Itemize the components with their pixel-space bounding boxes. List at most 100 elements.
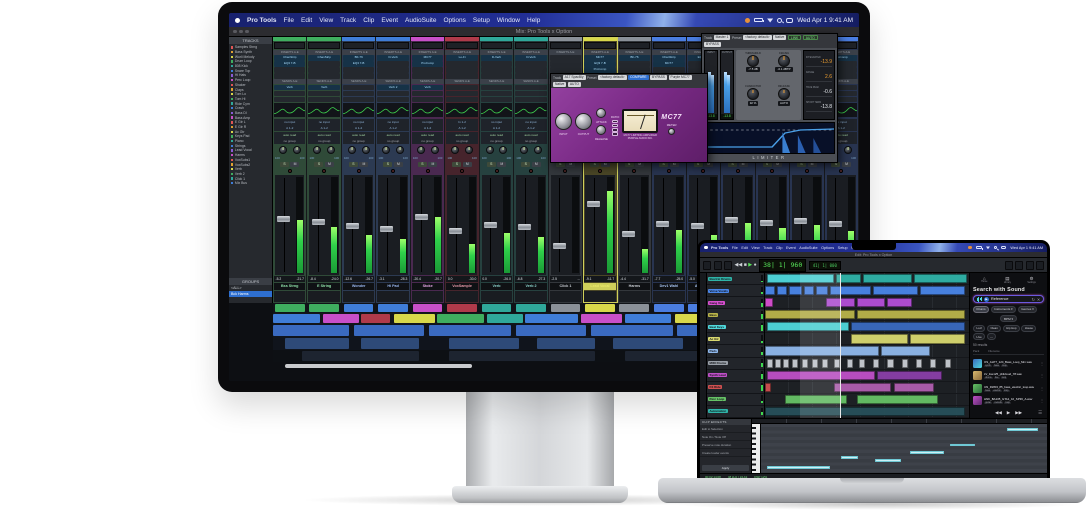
automation-mode[interactable]: auto read — [481, 132, 512, 138]
clear-icon[interactable]: ✕ — [1037, 297, 1040, 302]
knob[interactable] — [747, 88, 759, 100]
midi-note[interactable] — [875, 459, 901, 462]
piano-keyboard[interactable] — [752, 424, 761, 473]
pan-knob-left[interactable] — [313, 146, 321, 154]
clip-block[interactable] — [525, 314, 578, 323]
pan-knob-right[interactable] — [844, 146, 852, 154]
result-tag[interactable]: drums — [984, 377, 993, 379]
result-tag[interactable]: bass — [984, 390, 991, 392]
solo-button[interactable]: S — [349, 162, 358, 168]
pan-knob-left[interactable] — [486, 146, 494, 154]
plugin-preset-selector[interactable]: <factory default> — [598, 75, 627, 80]
insert-slot[interactable]: BF-76 — [619, 55, 650, 61]
track-header[interactable]: Beat Keys — [707, 321, 764, 333]
send-slot[interactable]: Verb — [412, 85, 443, 91]
track-name[interactable]: Ac Gtr — [708, 337, 720, 341]
track-nameplate[interactable]: Wonder — [343, 283, 374, 290]
solo-button[interactable]: S — [383, 162, 392, 168]
insert-slot[interactable]: EQ3 7-B — [584, 61, 615, 67]
record-enable[interactable] — [825, 168, 858, 174]
comments-box[interactable] — [377, 291, 408, 302]
transport-button[interactable]: ● — [754, 261, 757, 270]
control-center-icon[interactable] — [1001, 246, 1006, 250]
track-header[interactable]: Bass — [707, 309, 764, 321]
insert-slot[interactable]: D-Verb — [515, 55, 546, 61]
grid-mode-button[interactable] — [724, 261, 732, 270]
tag-chip[interactable]: House — [1021, 325, 1036, 332]
insert-slot[interactable] — [515, 73, 546, 79]
timeline-track-lane[interactable] — [765, 346, 969, 358]
attack-knob[interactable] — [596, 108, 606, 118]
insert-slot[interactable] — [308, 61, 339, 67]
result-filename[interactable]: UN_DW03_85_bass_electric_loop.wav — [984, 385, 1038, 389]
insert-slot[interactable]: D-Verb — [481, 55, 512, 61]
eq-curve-display[interactable] — [343, 103, 374, 117]
result-filename[interactable]: HNK_BA135_GTA1_10_SP36_A.wav — [984, 397, 1038, 401]
menu-item[interactable]: File — [732, 246, 738, 250]
eq-curve-display[interactable] — [515, 103, 546, 117]
input-selector[interactable]: no input — [274, 119, 305, 125]
volume-fader[interactable] — [516, 175, 533, 275]
clip-block[interactable] — [487, 314, 522, 323]
automation-mode[interactable]: auto read — [274, 132, 305, 138]
automation-mode[interactable]: auto read — [343, 132, 374, 138]
record-enable[interactable] — [687, 168, 720, 174]
audio-clip[interactable] — [834, 383, 891, 392]
menu-item[interactable]: Event — [786, 246, 796, 250]
audio-clip[interactable] — [873, 359, 879, 368]
insert-slot[interactable] — [446, 67, 477, 73]
pan-knob-right[interactable] — [327, 146, 335, 154]
selector-tool-button[interactable] — [1026, 261, 1034, 270]
send-slot[interactable] — [481, 97, 512, 103]
track-header[interactable]: FX Ride — [707, 382, 764, 394]
record-enable[interactable] — [652, 168, 685, 174]
audio-clip[interactable] — [920, 286, 965, 295]
mute-button[interactable]: M — [394, 162, 403, 168]
spotlight-icon[interactable] — [994, 246, 997, 249]
insert-slot[interactable]: MC77 — [653, 61, 684, 67]
result-tag[interactable]: electric — [992, 390, 1002, 392]
insert-selector[interactable]: Purple MC77 — [669, 75, 692, 80]
audio-clip[interactable] — [916, 359, 922, 368]
track-list-item[interactable]: Mix Bus — [231, 181, 270, 186]
column-filename[interactable]: Filename — [988, 349, 1000, 353]
clip-block[interactable] — [516, 325, 586, 336]
track-nameplate[interactable]: Harms — [619, 283, 650, 290]
automation-mode[interactable]: auto read — [412, 132, 443, 138]
clip-block[interactable] — [302, 351, 419, 361]
insert-slot[interactable]: MC77 — [412, 55, 443, 61]
wifi-icon[interactable] — [986, 246, 990, 250]
pan-knob-right[interactable] — [362, 146, 370, 154]
mute-button[interactable]: M — [325, 162, 334, 168]
mixer-strip[interactable]: INSERTS A-EChanStripSENDS A-EVerb no inp… — [307, 37, 341, 303]
output-selector[interactable]: A 1-2 — [343, 125, 374, 131]
track-nameplate[interactable]: Verb 2 — [515, 283, 546, 290]
result-filename[interactable]: OS_AH77_124_Bass_Loop_Mm.wav — [984, 360, 1038, 364]
menu-item[interactable]: AudioSuite — [799, 246, 817, 250]
audio-clip[interactable] — [930, 359, 936, 368]
send-slot[interactable] — [515, 97, 546, 103]
record-enable[interactable] — [480, 168, 513, 174]
zoom-tool-button[interactable] — [1005, 261, 1013, 270]
insert-slot[interactable] — [619, 61, 650, 67]
menu-item[interactable]: Edit — [741, 246, 748, 250]
track-nameplate[interactable]: Verb — [481, 283, 512, 290]
solo-button[interactable]: S — [280, 162, 289, 168]
pan-knob-left[interactable] — [279, 146, 287, 154]
audio-clip[interactable] — [863, 274, 912, 283]
insert-slot[interactable] — [343, 73, 374, 79]
track-header[interactable]: Ac Gtr — [707, 333, 764, 345]
knob[interactable] — [778, 55, 790, 67]
track-nameplate[interactable]: Click 1 — [550, 283, 581, 290]
track-name[interactable]: Synth Lead — [708, 373, 727, 377]
home-icon[interactable]: ⌂Home — [981, 276, 987, 285]
audio-clip[interactable] — [767, 359, 773, 368]
track-nameplate[interactable]: Bss Strng — [274, 283, 305, 290]
pan-knob-left[interactable] — [520, 146, 528, 154]
send-slot[interactable] — [343, 97, 374, 103]
send-slot[interactable] — [481, 85, 512, 91]
mixer-strip[interactable]: INSERTS A-EBF-76EQ3 7-BSENDS A-E no inpu… — [342, 37, 376, 303]
insert-slot[interactable]: ChanStrip — [274, 55, 305, 61]
input-selector[interactable]: no input — [515, 119, 546, 125]
send-slot[interactable] — [446, 91, 477, 97]
